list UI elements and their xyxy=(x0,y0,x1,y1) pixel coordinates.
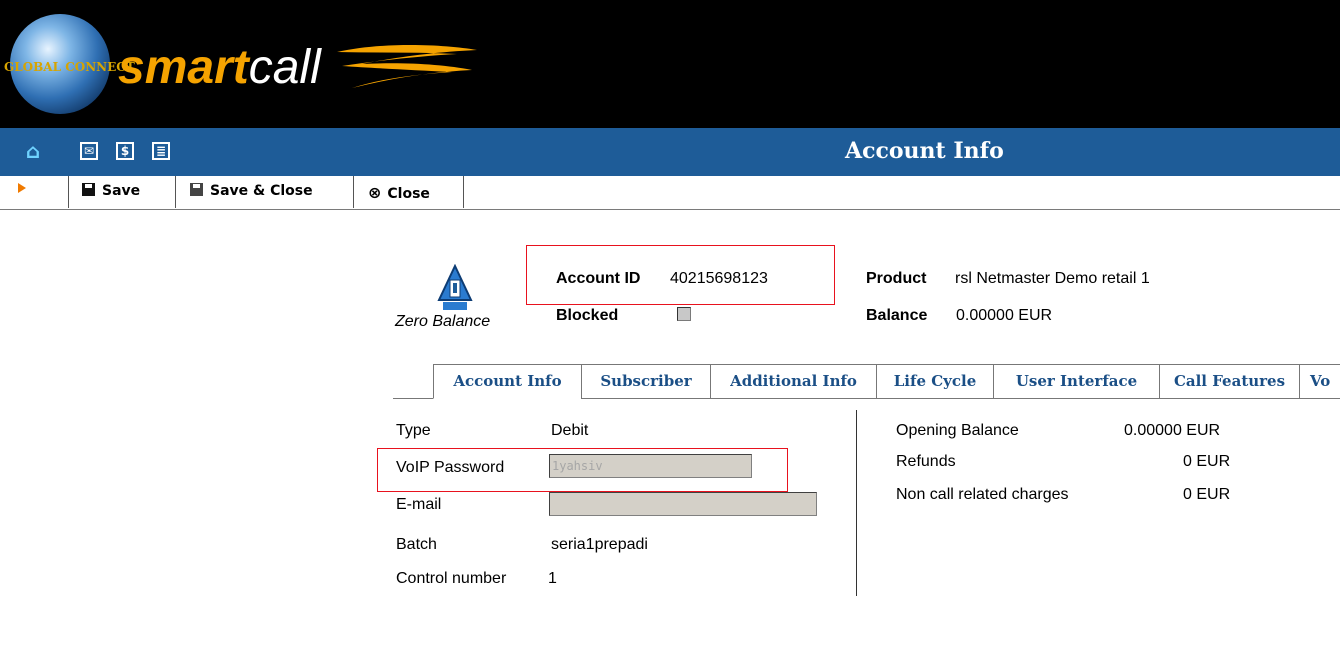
type-label: Type xyxy=(396,422,431,439)
save-icon xyxy=(82,183,95,196)
title-bar: ⌂ ✉ $ ≣ xyxy=(0,128,1340,176)
column-divider xyxy=(856,410,857,596)
brand-logo-text: smartcall xyxy=(118,41,321,94)
control-number-value: 1 xyxy=(548,570,557,587)
mail-icon[interactable]: ✉ xyxy=(80,142,98,160)
tab-additional-info[interactable]: Additional Info xyxy=(710,364,876,398)
refunds-value: 0 EUR xyxy=(1183,453,1231,470)
swoosh-logo-icon xyxy=(337,45,477,88)
opening-balance-value: 0.00000 EUR xyxy=(1124,422,1221,439)
balance-value: 0.00000 EUR xyxy=(956,307,1053,324)
tab-voice[interactable]: Vo xyxy=(1299,364,1340,398)
page-title: Account Info xyxy=(845,138,1004,164)
account-id-label: Account ID xyxy=(556,270,641,287)
account-status-label: Zero Balance xyxy=(395,313,491,330)
voip-password-input[interactable]: 1yahsiv xyxy=(549,454,752,478)
product-label: Product xyxy=(866,270,927,287)
menu-expand-icon[interactable] xyxy=(18,183,26,193)
tab-life-cycle[interactable]: Life Cycle xyxy=(876,364,993,398)
home-icon[interactable]: ⌂ xyxy=(24,141,42,161)
balance-label: Balance xyxy=(866,307,928,324)
voip-password-label: VoIP Password xyxy=(396,459,505,476)
product-value: rsl Netmaster Demo retail 1 xyxy=(955,270,1150,287)
brand-subtitle: GLOBAL CONNECT xyxy=(4,60,135,74)
opening-balance-label: Opening Balance xyxy=(896,422,1019,439)
control-number-label: Control number xyxy=(396,570,507,587)
zero-balance-warning-icon xyxy=(437,264,473,310)
non-call-charges-value: 0 EUR xyxy=(1183,486,1231,503)
blocked-checkbox[interactable] xyxy=(677,307,691,321)
billing-icon[interactable]: $ xyxy=(116,142,134,160)
tab-account-info[interactable]: Account Info xyxy=(433,364,581,399)
close-label: Close xyxy=(387,186,430,202)
non-call-charges-label: Non call related charges xyxy=(896,486,1069,503)
batch-label: Batch xyxy=(396,536,437,553)
toolbar: Save Save & Close ⊗ Close xyxy=(0,176,1340,210)
save-label: Save xyxy=(102,183,141,199)
save-close-icon xyxy=(190,183,203,196)
save-close-button[interactable]: Save & Close xyxy=(190,183,313,199)
email-input[interactable] xyxy=(549,492,817,516)
tab-call-features[interactable]: Call Features xyxy=(1159,364,1299,398)
save-button[interactable]: Save xyxy=(82,183,140,199)
list-icon[interactable]: ≣ xyxy=(152,142,170,160)
save-close-label: Save & Close xyxy=(210,183,313,199)
batch-value: seria1prepadi xyxy=(551,536,648,553)
close-button[interactable]: ⊗ Close xyxy=(368,183,430,202)
close-icon: ⊗ xyxy=(368,183,382,202)
blocked-label: Blocked xyxy=(556,307,619,324)
account-id-value: 40215698123 xyxy=(670,270,768,287)
refunds-label: Refunds xyxy=(896,453,956,470)
tab-user-interface[interactable]: User Interface xyxy=(993,364,1159,398)
tab-subscriber[interactable]: Subscriber xyxy=(581,364,710,398)
type-value: Debit xyxy=(551,422,589,439)
email-label: E-mail xyxy=(396,496,442,513)
